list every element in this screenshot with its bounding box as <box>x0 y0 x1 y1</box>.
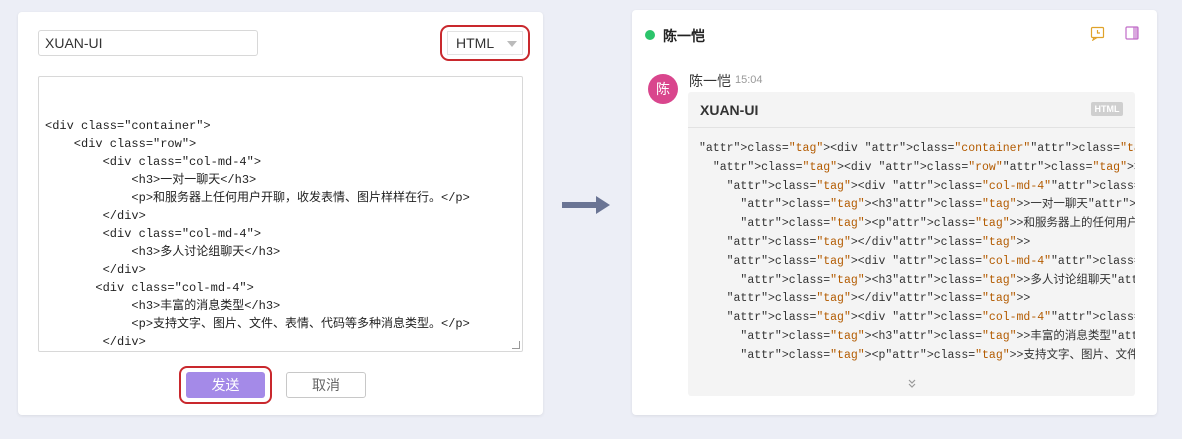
code-line: "attr">class="tag"><div "attr">class="ro… <box>712 160 1135 174</box>
code-line: <div class="col-md-4"> <box>45 227 262 241</box>
code-composer-panel: XUAN-UI HTML <div class="container"> <di… <box>18 12 543 415</box>
history-icon[interactable] <box>1090 26 1105 41</box>
code-line: "attr">class="tag"><div "attr">class="co… <box>726 254 1135 268</box>
arrow-right-icon <box>562 196 610 214</box>
avatar[interactable]: 陈 <box>648 74 678 104</box>
code-line: "attr">class="tag"></div"attr">class="ta… <box>726 292 1031 306</box>
chevron-down-icon <box>507 41 517 47</box>
language-select-value: HTML <box>456 35 495 51</box>
code-line: <div class="row"> <box>45 137 197 151</box>
code-line: "attr">class="tag"><div "attr">class="co… <box>726 311 1135 325</box>
chat-panel: 陈一恺 陈 陈一恺 15:04 XUAN-UI HTML "attr">clas… <box>632 10 1157 415</box>
sidebar-toggle-icon[interactable] <box>1125 26 1139 40</box>
code-line: "attr">class="tag"><p"attr">class="tag">… <box>740 348 1135 362</box>
code-line: <h3>多人讨论组聊天</h3> <box>45 245 281 259</box>
code-line: <div class="col-md-4"> <box>45 281 254 295</box>
code-line: "attr">class="tag"></div"attr">class="ta… <box>726 235 1031 249</box>
send-button-highlight: 发送 <box>179 366 272 404</box>
code-card-title: XUAN-UI <box>700 102 759 118</box>
snippet-title-input[interactable]: XUAN-UI <box>38 30 258 56</box>
resize-handle-icon[interactable] <box>512 341 520 349</box>
code-line: </div> <box>45 263 146 277</box>
code-line: "attr">class="tag"><h3"attr">class="tag"… <box>740 273 1135 287</box>
message-time: 15:04 <box>735 74 763 86</box>
code-line: "attr">class="tag"><h3"attr">class="tag"… <box>740 329 1135 343</box>
expand-down-icon[interactable] <box>907 379 917 389</box>
code-line: "attr">class="tag"><h3"attr">class="tag"… <box>740 198 1135 212</box>
code-message-card: XUAN-UI HTML "attr">class="tag"><div "at… <box>688 92 1135 396</box>
code-line: </div> <box>45 351 516 352</box>
code-line: <div class="col-md-4"> <box>45 155 262 169</box>
code-line: "attr">class="tag"><p"attr">class="tag">… <box>740 217 1135 231</box>
code-card-content: "attr">class="tag"><div "attr">class="co… <box>699 140 1135 366</box>
code-line: </div> <box>45 335 146 349</box>
language-select-highlight: HTML <box>440 25 530 61</box>
card-divider <box>688 127 1135 128</box>
code-line: </div> <box>45 209 146 223</box>
code-textarea-content: <div class="container"> <div class="row"… <box>45 117 516 352</box>
online-status-dot <box>645 30 655 40</box>
language-select[interactable]: HTML <box>447 31 523 55</box>
code-textarea[interactable]: <div class="container"> <div class="row"… <box>38 76 523 352</box>
chat-header-username: 陈一恺 <box>663 28 705 44</box>
code-language-badge: HTML <box>1091 102 1123 116</box>
code-line: <h3>丰富的消息类型</h3> <box>45 299 281 313</box>
code-line: "attr">class="tag"><div "attr">class="co… <box>726 179 1135 193</box>
code-line: <p>支持文字、图片、文件、表情、代码等多种消息类型。</p> <box>45 317 470 331</box>
code-line: <p>和服务器上任何用户开聊，收发表情、图片样样在行。</p> <box>45 191 470 205</box>
code-line: <div class="container"> <box>45 119 211 133</box>
code-line: "attr">class="tag"><div "attr">class="co… <box>699 142 1135 155</box>
message-sender: 陈一恺 <box>689 73 731 89</box>
cancel-button[interactable]: 取消 <box>286 372 366 398</box>
send-button[interactable]: 发送 <box>186 372 265 398</box>
code-line: <h3>一对一聊天</h3> <box>45 173 257 187</box>
